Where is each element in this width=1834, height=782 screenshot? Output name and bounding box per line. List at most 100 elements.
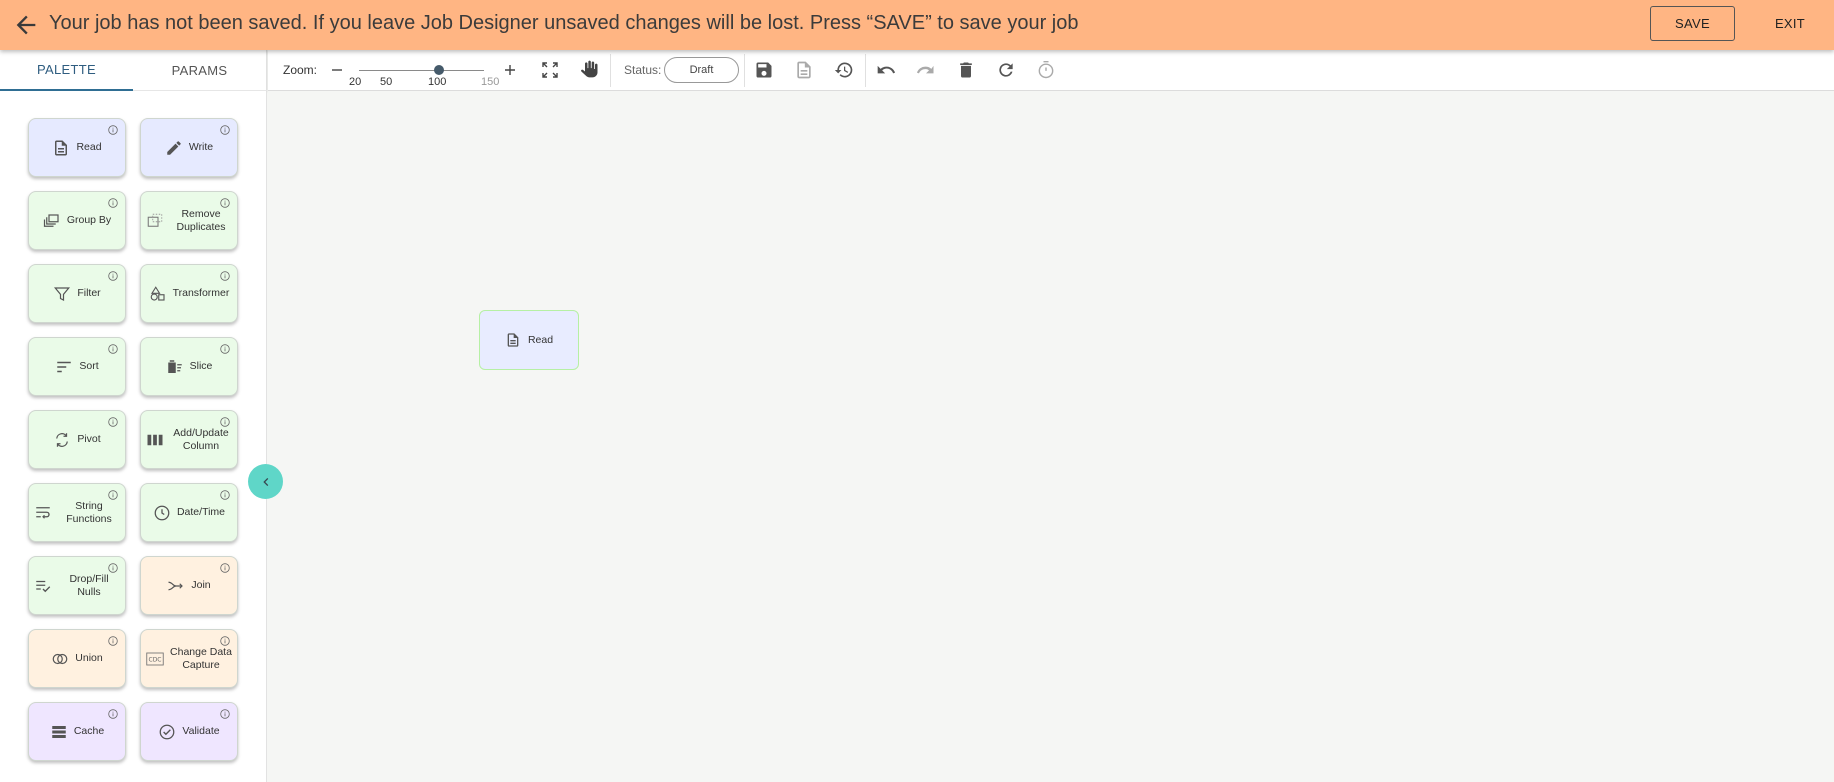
palette-item-union[interactable]: Union — [28, 629, 126, 688]
union-circles-icon — [52, 653, 68, 664]
tab-palette[interactable]: PALETTE — [0, 50, 133, 91]
palette-item-filter[interactable]: Filter — [28, 264, 126, 323]
palette-item-date-time[interactable]: Date/Time — [140, 483, 238, 542]
canvas-node-read[interactable]: Read — [479, 310, 579, 370]
info-icon[interactable] — [108, 125, 118, 135]
tab-params[interactable]: PARAMS — [133, 50, 266, 91]
toolbar-divider — [865, 54, 866, 87]
info-icon[interactable] — [108, 563, 118, 573]
info-icon[interactable] — [220, 271, 230, 281]
exit-button[interactable]: EXIT — [1760, 6, 1820, 41]
slice-icon — [167, 359, 182, 373]
palette-item-write[interactable]: Write — [140, 118, 238, 177]
check-circle-icon — [160, 724, 175, 739]
palette-item-string-functions[interactable]: String Functions — [28, 483, 126, 542]
palette-item-label: Remove Duplicates — [176, 207, 226, 233]
palette-item-label: Join — [191, 579, 211, 591]
list-check-icon — [36, 580, 51, 592]
info-icon[interactable] — [220, 636, 230, 646]
palette-item-pivot[interactable]: Pivot — [28, 410, 126, 469]
palette-item-label: Write — [188, 141, 214, 153]
palette-item-change-data-capture[interactable]: CDC Change Data Capture — [140, 629, 238, 688]
canvas-node-label: Read — [527, 334, 554, 346]
palette-item-validate[interactable]: Validate — [140, 702, 238, 761]
history-icon[interactable] — [834, 60, 854, 80]
palette-item-label: Filter — [77, 287, 101, 299]
pan-hand-icon[interactable] — [580, 59, 600, 79]
palette-item-cache[interactable]: Cache — [28, 702, 126, 761]
info-icon[interactable] — [108, 271, 118, 281]
refresh-icon[interactable] — [996, 60, 1016, 80]
save-icon[interactable] — [754, 60, 774, 80]
save-button[interactable]: SAVE — [1650, 6, 1735, 41]
info-icon[interactable] — [220, 417, 230, 427]
shapes-icon — [150, 285, 165, 301]
join-arrow-icon — [168, 581, 184, 590]
palette-item-transformer[interactable]: Transformer — [140, 264, 238, 323]
remove-duplicates-icon — [147, 213, 163, 227]
palette-item-label: Transformer — [172, 287, 230, 299]
zoom-in-icon[interactable] — [500, 60, 520, 80]
toolbar-divider — [610, 54, 611, 87]
info-icon[interactable] — [220, 198, 230, 208]
chevron-left-icon — [262, 477, 268, 486]
delete-icon[interactable] — [956, 60, 976, 80]
pencil-icon — [167, 140, 181, 155]
job-canvas[interactable]: Read — [268, 91, 1834, 782]
file-document-icon — [507, 333, 519, 347]
palette-item-label: Date/Time — [176, 506, 226, 518]
info-icon[interactable] — [220, 490, 230, 500]
clock-icon — [154, 505, 170, 520]
zoom-tick: 20 — [349, 76, 362, 88]
palette-item-label: Validate — [182, 725, 220, 737]
info-icon[interactable] — [108, 636, 118, 646]
cdc-icon: CDC — [146, 652, 164, 665]
palette-item-label: Read — [76, 141, 102, 153]
timer-icon[interactable] — [1036, 60, 1056, 80]
info-icon[interactable] — [220, 125, 230, 135]
palette-item-group-by[interactable]: Group By — [28, 191, 126, 250]
palette-item-label: Group By — [66, 214, 112, 226]
info-icon[interactable] — [108, 417, 118, 427]
palette-item-label: Drop/Fill Nulls — [69, 572, 109, 598]
info-icon[interactable] — [220, 344, 230, 354]
unsaved-message: Your job has not been saved. If you leav… — [49, 12, 1079, 34]
info-icon[interactable] — [220, 563, 230, 573]
unsaved-banner: Your job has not been saved. If you leav… — [0, 0, 1834, 50]
file-icon[interactable] — [794, 60, 814, 80]
redo-icon[interactable] — [916, 60, 936, 80]
toolbar: Zoom: 20 50 100 150 Status: Draft — [268, 50, 1834, 91]
palette-item-drop-fill-nulls[interactable]: Drop/Fill Nulls — [28, 556, 126, 615]
palette-item-remove-duplicates[interactable]: Remove Duplicates — [140, 191, 238, 250]
zoom-label: Zoom: — [283, 63, 318, 77]
back-arrow-icon[interactable] — [12, 11, 40, 39]
info-icon[interactable] — [220, 709, 230, 719]
palette-item-label: Union — [75, 652, 103, 664]
info-icon[interactable] — [108, 198, 118, 208]
funnel-icon — [54, 286, 71, 301]
palette-item-join[interactable]: Join — [140, 556, 238, 615]
svg-text:CDC: CDC — [149, 656, 162, 663]
info-icon[interactable] — [108, 490, 118, 500]
palette-item-read[interactable]: Read — [28, 118, 126, 177]
file-document-icon — [55, 140, 68, 155]
palette-item-label: Cache — [73, 725, 105, 737]
zoom-slider-thumb[interactable] — [434, 65, 444, 75]
palette-item-slice[interactable]: Slice — [140, 337, 238, 396]
palette-item-label: Add/Update Column — [173, 426, 229, 452]
palette-item-sort[interactable]: Sort — [28, 337, 126, 396]
palette-item-add-update-column[interactable]: Add/Update Column — [140, 410, 238, 469]
toolbar-divider — [744, 54, 745, 87]
status-label: Status: — [624, 63, 662, 77]
zoom-out-icon[interactable] — [327, 60, 347, 80]
undo-icon[interactable] — [876, 60, 896, 80]
info-icon[interactable] — [108, 709, 118, 719]
wrap-text-icon — [36, 506, 50, 519]
palette-item-label: String Functions — [66, 499, 112, 525]
fit-screen-icon[interactable] — [540, 60, 560, 80]
info-icon[interactable] — [108, 344, 118, 354]
zoom-slider-track[interactable] — [359, 70, 484, 71]
sort-lines-icon — [57, 361, 72, 372]
columns-icon — [147, 434, 163, 445]
collapse-panel-button[interactable] — [248, 464, 283, 499]
